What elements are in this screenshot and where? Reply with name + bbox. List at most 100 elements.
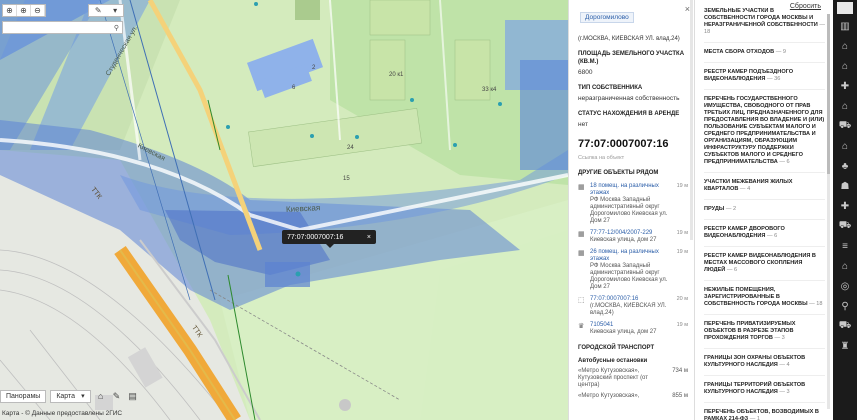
map-type-select[interactable]: Карта ▾ <box>50 389 91 403</box>
layer-item[interactable]: ПЕРЕЧЕНЬ ПРИВАТИЗИРУЕМЫХ ОБЪЕКТОВ В РАЗР… <box>704 321 825 349</box>
school-icon[interactable]: ⌂ <box>836 98 854 114</box>
wifi-icon[interactable]: ◎ <box>836 278 854 294</box>
reset-button[interactable]: Сбросить <box>790 3 821 10</box>
map-search-input[interactable]: ⚲ <box>2 21 123 34</box>
hospital-icon[interactable]: ⌂ <box>836 138 854 154</box>
layer-item[interactable]: РЕЕСТР КАМЕР ВИДЕОНАБЛЮДЕНИЯ В МЕСТАХ МА… <box>704 253 825 281</box>
layer-item[interactable]: ГРАНИЦЫ ЗОН ОХРАНЫ ОБЪЕКТОВ КУЛЬТУРНОГО … <box>704 355 825 376</box>
building-number: 15 <box>343 176 350 182</box>
dog-icon[interactable]: ☗ <box>836 178 854 194</box>
nearby-link[interactable]: 7105041 <box>590 322 613 328</box>
building-icon: ▦ <box>578 231 585 238</box>
list-item[interactable]: «Метро Кутузовская», 855 м <box>578 393 688 400</box>
bus-icon[interactable]: ⛟ <box>836 218 854 234</box>
list-item[interactable]: «Метро Кутузовская», Кутузовский проспек… <box>578 368 688 389</box>
nearby-text: РФ Москва Западный административный окру… <box>590 197 668 224</box>
layer-list: ЗЕМЕЛЬНЫЕ УЧАСТКИ В СОБСТВЕННОСТИ ГОРОДА… <box>704 8 825 420</box>
info-scrollbar[interactable] <box>690 0 693 240</box>
bottom-controls: Панорамы Карта ▾ ⌂ ✎ ▤ <box>0 389 139 403</box>
draw-icon[interactable]: ✎ <box>111 390 123 402</box>
print-icon[interactable]: ▤ <box>127 390 139 402</box>
panoramas-button[interactable]: Панорамы <box>0 389 47 403</box>
tree-icon[interactable]: ♣ <box>836 158 854 174</box>
list-item[interactable]: ♛ 7105041 Киевская улица, дом 27 19 м <box>578 322 688 336</box>
map-canvas[interactable] <box>0 0 568 420</box>
nearby-text: (г.МОСКВА, КИЕВСКАЯ УЛ. влад.24) <box>590 303 667 316</box>
zoom-in-icon[interactable]: ⊕ <box>17 5 31 16</box>
layer-count: — 4 <box>779 362 790 368</box>
nearby-text: Киевская улица, дом 27 <box>590 329 657 335</box>
layer-item[interactable]: ПЕРЕЧЕНЬ ГОСУДАРСТВЕННОГО ИМУЩЕСТВА, СВО… <box>704 96 825 173</box>
ruler-icon[interactable]: ⌂ <box>95 390 107 402</box>
layer-count: — 6 <box>767 233 778 239</box>
layer-item[interactable]: РЕЕСТР КАМЕР ПОДЪЕЗДНОГО ВИДЕОНАБЛЮДЕНИЯ… <box>704 69 825 90</box>
nearby-text: Киевская улица, дом 27 <box>590 237 657 243</box>
building-icon[interactable]: ▥ <box>836 18 854 34</box>
fountain-icon[interactable]: ⌂ <box>836 258 854 274</box>
layers-scrollbar[interactable] <box>827 14 830 409</box>
bike-icon[interactable]: ⚲ <box>836 298 854 314</box>
culture-icon[interactable]: ♜ <box>836 338 854 354</box>
object-link[interactable]: Ссылка на объект <box>578 155 688 161</box>
zoom-extent-icon[interactable]: ⊕ <box>3 5 17 16</box>
layer-item[interactable]: ЗЕМЕЛЬНЫЕ УЧАСТКИ В СОБСТВЕННОСТИ ГОРОДА… <box>704 8 825 43</box>
layer-item[interactable]: ПРУДЫ — 2 <box>704 206 825 220</box>
zoom-out-icon[interactable]: ⊖ <box>31 5 45 16</box>
layer-count: — 6 <box>726 267 738 273</box>
layer-item[interactable]: ПЕРЕЧЕНЬ ОБЪЕКТОВ, ВОЗВОДИМЫХ В РАМКАХ 2… <box>704 409 825 420</box>
layer-name: ПЕРЕЧЕНЬ ГОСУДАРСТВЕННОГО ИМУЩЕСТВА, СВО… <box>704 96 825 165</box>
nearby-link[interactable]: 26 помещ. на различных этажах <box>590 249 659 262</box>
list-item[interactable]: ▦ 77:77-12/004/2007-229 Киевская улица, д… <box>578 230 688 244</box>
close-icon[interactable]: × <box>367 234 371 241</box>
building-number: 33 к4 <box>482 87 497 93</box>
sidebar-top-tab[interactable] <box>837 2 853 14</box>
building-number: 20 к1 <box>389 72 404 78</box>
layer-count: — 18 <box>809 301 823 307</box>
road-icon[interactable]: ≡ <box>836 238 854 254</box>
factory-icon[interactable]: ⌂ <box>836 58 854 74</box>
area-value: 6800 <box>578 69 593 76</box>
layer-item[interactable]: НЕЖИЛЫЕ ПОМЕЩЕНИЯ, ЗАРЕГИСТРИРОВАННЫЕ В … <box>704 287 825 315</box>
list-item[interactable]: ▦ 26 помещ. на различных этажах РФ Москва… <box>578 249 688 291</box>
nearby-link[interactable]: 77:07:0007007:16 <box>590 296 638 302</box>
nearby-link[interactable]: 18 помещ. на различных этажах <box>590 183 659 196</box>
ownership-value: неразграниченная собственность <box>578 95 680 102</box>
map-type-label: Карта <box>56 392 76 400</box>
layer-item[interactable]: РЕЕСТР КАМЕР ДВОРОВОГО ВИДЕОНАБЛЮДЕНИЯ —… <box>704 226 825 247</box>
area-label: ПЛОЩАДЬ ЗЕМЕЛЬНОГО УЧАСТКА (КВ.М.) <box>578 51 685 65</box>
cart-icon[interactable]: ⛟ <box>836 118 854 134</box>
layer-dropdown[interactable]: ✎ ▾ <box>88 4 124 17</box>
layer-item[interactable]: ГРАНИЦЫ ТЕРРИТОРИЙ ОБЪЕКТОВ КУЛЬТУРНОГО … <box>704 382 825 403</box>
nearby-label: ДРУГИЕ ОБЪЕКТЫ РЯДОМ <box>578 170 659 176</box>
layer-item[interactable]: МЕСТА СБОРА ОТХОДОВ — 9 <box>704 49 825 63</box>
layer-count: — 6 <box>779 159 790 165</box>
emblem-icon: ♛ <box>578 323 585 330</box>
layer-name: ГРАНИЦЫ ТЕРРИТОРИЙ ОБЪЕКТОВ КУЛЬТУРНОГО … <box>704 382 806 395</box>
pharmacy-icon[interactable]: ✚ <box>836 78 854 94</box>
nearby-distance: 19 м <box>676 183 688 189</box>
nearby-text: РФ Москва Западный административный окру… <box>590 263 668 290</box>
map-view[interactable]: Студенческая ул. Киевская Киевская ТТК Т… <box>0 0 568 420</box>
search-icon[interactable]: ⚲ <box>114 24 119 32</box>
bank-icon[interactable]: ⌂ <box>836 38 854 54</box>
layer-name: МЕСТА СБОРА ОТХОДОВ <box>704 49 775 55</box>
rent-value: нет <box>578 121 588 128</box>
building-number: 2 <box>312 65 316 71</box>
chevron-down-icon: ▾ <box>113 6 118 15</box>
cross-icon[interactable]: ✚ <box>836 198 854 214</box>
layer-count: — 1 <box>749 416 760 420</box>
cadastral-number: 77:07:0007007:16 <box>578 138 669 150</box>
district-tag[interactable]: Дорогомилово <box>580 12 634 23</box>
list-item[interactable]: ▦ 18 помещ. на различных этажах РФ Москва… <box>578 183 688 225</box>
layer-item[interactable]: УЧАСТКИ МЕЖЕВАНИЯ ЖИЛЫХ КВАРТАЛОВ — 4 <box>704 179 825 200</box>
zoom-controls: ⊕ ⊕ ⊖ <box>2 4 46 17</box>
map-copyright: Карта - © Данные предоставлены 2ГИС <box>2 410 123 417</box>
car-icon[interactable]: ⛟ <box>836 318 854 334</box>
rent-label: СТАТУС НАХОЖДЕНИЯ В АРЕНДЕ <box>578 111 680 117</box>
stop-name: «Метро Кутузовская», <box>578 393 640 399</box>
stops-label: Автобусные остановки <box>578 358 648 364</box>
list-item[interactable]: ⬚ 77:07:0007007:16 (г.МОСКВА, КИЕВСКАЯ УЛ… <box>578 296 688 317</box>
nearby-link[interactable]: 77:77-12/004/2007-229 <box>590 230 652 236</box>
layer-count: — 36 <box>767 76 781 82</box>
layers-panel: Сбросить ЗЕМЕЛЬНЫЕ УЧАСТКИ В СОБСТВЕННОС… <box>694 0 833 420</box>
